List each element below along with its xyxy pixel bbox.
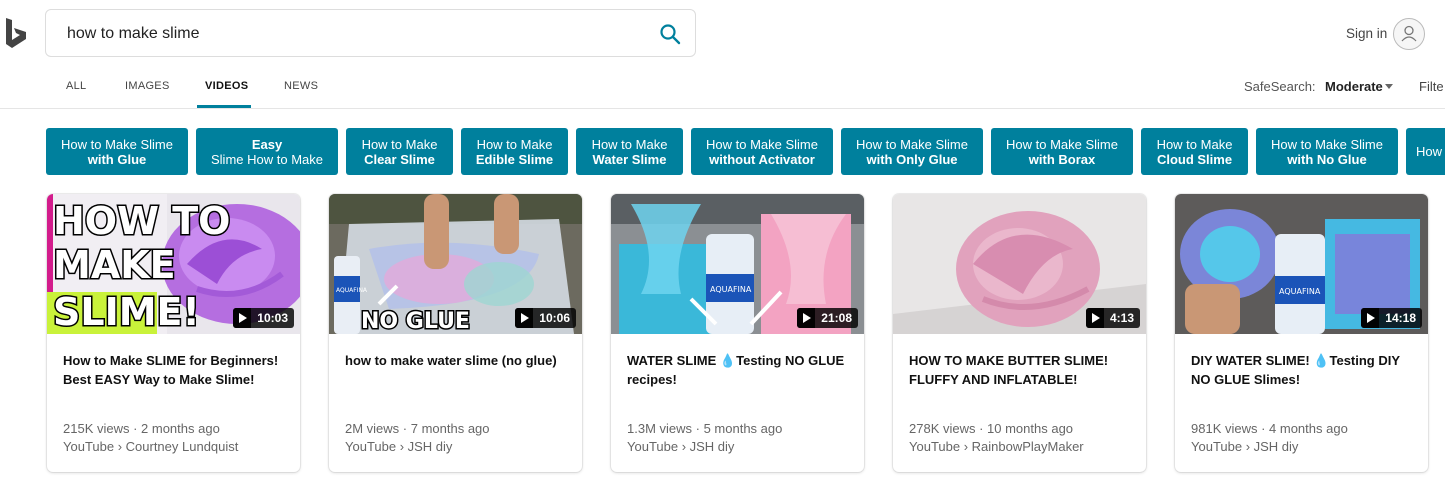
video-source: YouTube › JSH diy (345, 439, 453, 454)
video-stats: 215K views · 2 months ago (63, 421, 220, 436)
bing-logo[interactable] (4, 18, 28, 50)
video-card[interactable]: AQUAFINA 14:18 DIY WATER SLIME! 💧Testing… (1175, 194, 1428, 472)
related-chip[interactable]: How to Make Slime with Glue (46, 128, 188, 175)
thumb-text: AQUAFINA (336, 287, 368, 294)
chip-line2: without Activator (709, 151, 815, 167)
duration-badge: 10:03 (233, 308, 294, 328)
tab-all[interactable]: ALL (66, 80, 86, 92)
play-icon (1085, 308, 1104, 328)
thumb-text: AQUAFINA (710, 285, 752, 294)
duration-text: 4:13 (1109, 311, 1134, 325)
thumb-text: HOW TO (53, 199, 230, 243)
chip-line1: How to Make Slime (856, 136, 968, 152)
video-thumbnail: 4:13 (893, 194, 1146, 334)
chip-line1: How to Make (1156, 136, 1233, 152)
video-stats: 981K views · 4 months ago (1191, 421, 1348, 436)
play-icon (1361, 308, 1380, 328)
chip-line1: How to Make Slime (1271, 136, 1383, 152)
thumb-text: AQUAFINA (1279, 287, 1321, 296)
search-box (45, 9, 696, 57)
chip-line2: with Borax (1028, 151, 1096, 167)
filter-button[interactable]: Filte (1419, 79, 1444, 94)
chip-line2: Cloud Slime (1156, 151, 1233, 167)
chip-line2: with No Glue (1287, 151, 1367, 167)
chip-line1: How to Make Slime (706, 136, 818, 152)
chip-line1: Easy (251, 136, 283, 152)
video-card[interactable]: AQUAFINA 21:08 WATER SLIME 💧Testing NO G… (611, 194, 864, 472)
thumb-text: NO GLUE (361, 309, 470, 334)
video-title[interactable]: WATER SLIME 💧Testing NO GLUE recipes! (627, 351, 852, 389)
related-chip[interactable]: How to Make Slime with Only Glue (841, 128, 983, 175)
video-thumbnail: AQUAFINA NO GLUE 10:06 (329, 194, 582, 334)
video-title[interactable]: DIY WATER SLIME! 💧Testing DIY NO GLUE Sl… (1191, 351, 1416, 389)
chip-line2: with Only Glue (866, 151, 958, 167)
chip-line2: Water Slime (592, 151, 667, 167)
related-chip[interactable]: How to Make Cloud Slime (1141, 128, 1248, 175)
chip-line1: How to Make Slime (61, 136, 173, 152)
search-input[interactable] (67, 24, 627, 44)
duration-text: 14:18 (1385, 311, 1416, 325)
video-source: YouTube › JSH diy (627, 439, 735, 454)
duration-badge: 14:18 (1361, 308, 1422, 328)
video-title[interactable]: how to make water slime (no glue) (345, 351, 570, 370)
chip-line2: Edible Slime (475, 151, 554, 167)
related-chip[interactable]: How (1406, 128, 1445, 175)
video-source: YouTube › JSH diy (1191, 439, 1299, 454)
video-card[interactable]: AQUAFINA NO GLUE 10:06 how to make water… (329, 194, 582, 472)
video-stats: 278K views · 10 months ago (909, 421, 1074, 436)
duration-badge: 4:13 (1085, 308, 1140, 328)
chip-line1: How to Make (361, 136, 438, 152)
chevron-down-icon[interactable] (1385, 84, 1393, 89)
user-icon (1401, 25, 1417, 42)
avatar[interactable] (1393, 18, 1425, 50)
video-title[interactable]: How to Make SLIME for Beginners! Best EA… (63, 351, 288, 389)
play-icon (233, 308, 252, 328)
search-icon[interactable] (659, 23, 681, 45)
duration-text: 10:03 (257, 311, 288, 325)
duration-text: 21:08 (821, 311, 852, 325)
related-chip[interactable]: How to Make Slime without Activator (691, 128, 833, 175)
related-chip[interactable]: How to Make Water Slime (576, 128, 683, 175)
video-thumbnail: AQUAFINA 14:18 (1175, 194, 1428, 334)
duration-badge: 10:06 (515, 308, 576, 328)
duration-text: 10:06 (539, 311, 570, 325)
safesearch-dropdown[interactable]: Moderate (1325, 79, 1383, 94)
active-tab-indicator (197, 105, 251, 108)
video-stats: 2M views · 7 months ago (345, 421, 490, 436)
related-chip[interactable]: How to Make Edible Slime (461, 128, 568, 175)
chip-line2: with Glue (87, 151, 147, 167)
related-chip[interactable]: How to Make Slime with Borax (991, 128, 1133, 175)
video-card[interactable]: HOW TO MAKE SLIME! 10:03 How to Make SLI… (47, 194, 300, 472)
safesearch-label: SafeSearch: (1244, 79, 1316, 94)
tab-images[interactable]: IMAGES (125, 80, 170, 92)
video-source: YouTube › Courtney Lundquist (63, 439, 239, 454)
video-title[interactable]: HOW TO MAKE BUTTER SLIME! FLUFFY AND INF… (909, 351, 1134, 389)
video-thumbnail: HOW TO MAKE SLIME! 10:03 (47, 194, 300, 334)
duration-badge: 21:08 (797, 308, 858, 328)
thumb-text: MAKE (53, 243, 176, 287)
video-stats: 1.3M views · 5 months ago (627, 421, 783, 436)
chip-line1: How (1416, 144, 1443, 159)
chip-line2: Clear Slime (364, 151, 435, 167)
video-card[interactable]: 4:13 HOW TO MAKE BUTTER SLIME! FLUFFY AN… (893, 194, 1146, 472)
scope-tabs: ALL IMAGES VIDEOS NEWS SafeSearch: Moder… (0, 68, 1445, 109)
tab-videos[interactable]: VIDEOS (205, 80, 248, 92)
play-icon (515, 308, 534, 328)
tab-news[interactable]: NEWS (284, 80, 318, 92)
video-thumbnail: AQUAFINA 21:08 (611, 194, 864, 334)
video-source: YouTube › RainbowPlayMaker (909, 439, 1084, 454)
sign-in-link[interactable]: Sign in (1346, 26, 1387, 41)
chip-line1: How to Make (591, 136, 668, 152)
chip-line2: Slime How to Make (211, 151, 323, 167)
chip-line1: How to Make (476, 136, 553, 152)
related-chip[interactable]: Easy Slime How to Make (196, 128, 338, 175)
related-chip[interactable]: How to Make Slime with No Glue (1256, 128, 1398, 175)
play-icon (797, 308, 816, 328)
chip-line1: How to Make Slime (1006, 136, 1118, 152)
thumb-text: SLIME! (53, 290, 200, 334)
related-chip[interactable]: How to Make Clear Slime (346, 128, 453, 175)
